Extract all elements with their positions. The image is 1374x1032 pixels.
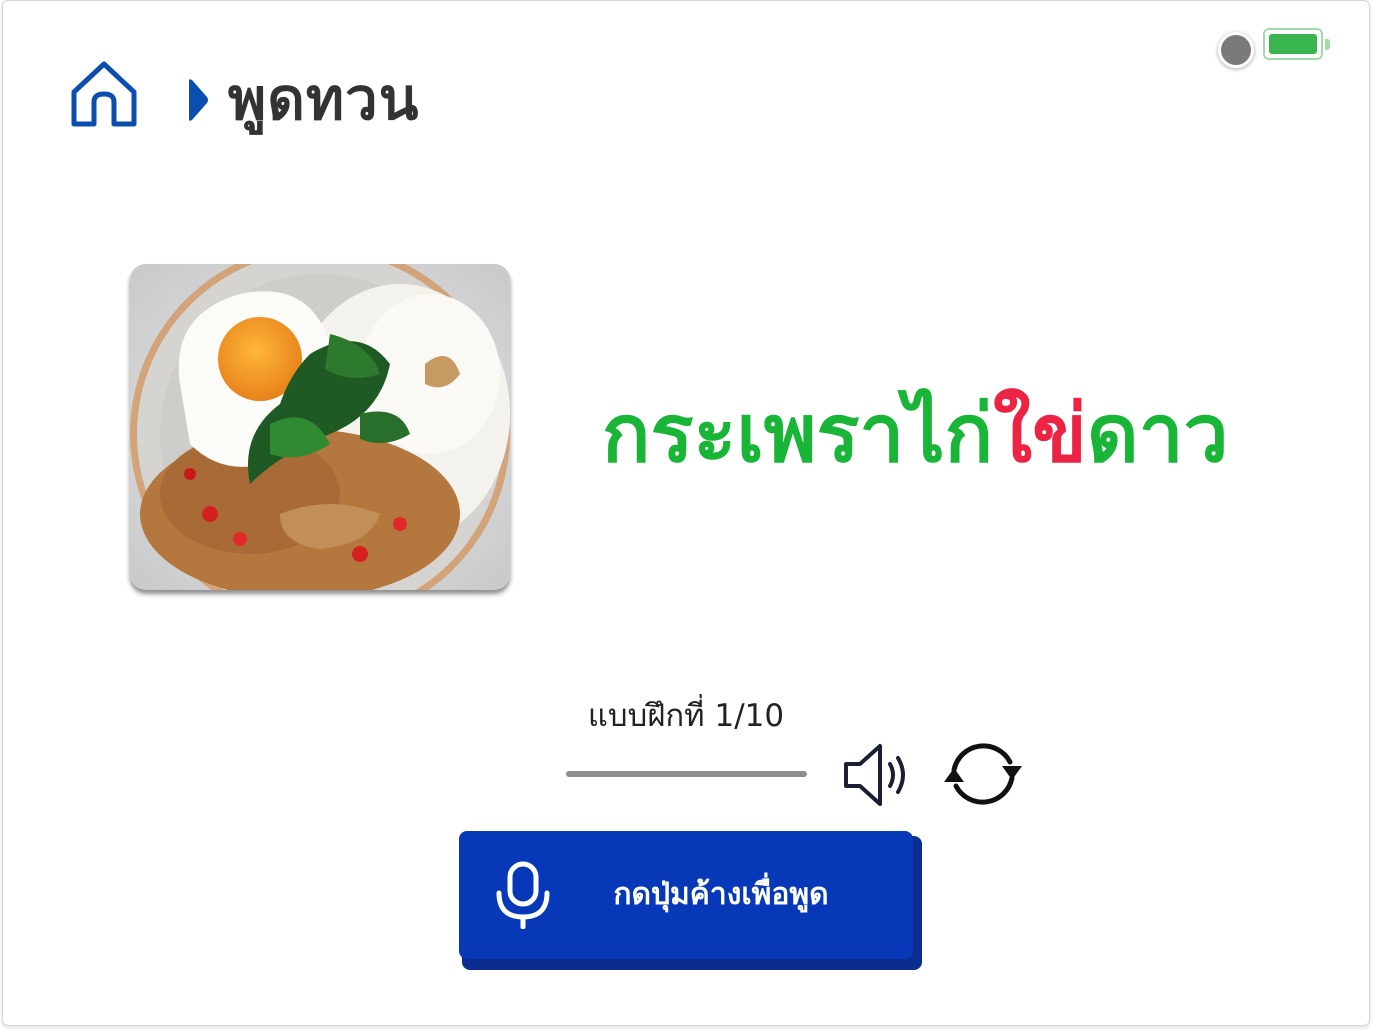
progress-bar [566,771,807,777]
microphone-icon [496,861,550,929]
battery-full-icon [1263,28,1330,60]
triangle-right-icon [189,79,208,121]
word-part-highlight: ใข่ [993,387,1087,480]
exercise-counter: แบบฝึกที่ 1/10 [587,698,785,734]
word-part: ดาว [1086,387,1229,480]
record-button-label: กดปุ่มค้างเพื่อพูด [613,877,829,912]
food-photo [130,264,510,590]
status-dot [1218,32,1254,68]
play-audio-button[interactable] [840,738,914,812]
hold-to-speak-button[interactable]: กดปุ่มค้างเพื่อพูด [459,831,913,959]
practice-word: กระเพราไก่ใข่ดาว [602,380,1229,488]
refresh-button[interactable] [940,736,1026,812]
home-button[interactable] [68,58,140,130]
refresh-icon [944,743,1022,805]
speaker-icon [844,744,905,806]
home-icon [71,61,137,127]
progress-fill [566,771,807,777]
page-title: พูดทวน [228,65,420,133]
word-part: กระเพราไก่ [602,387,994,480]
